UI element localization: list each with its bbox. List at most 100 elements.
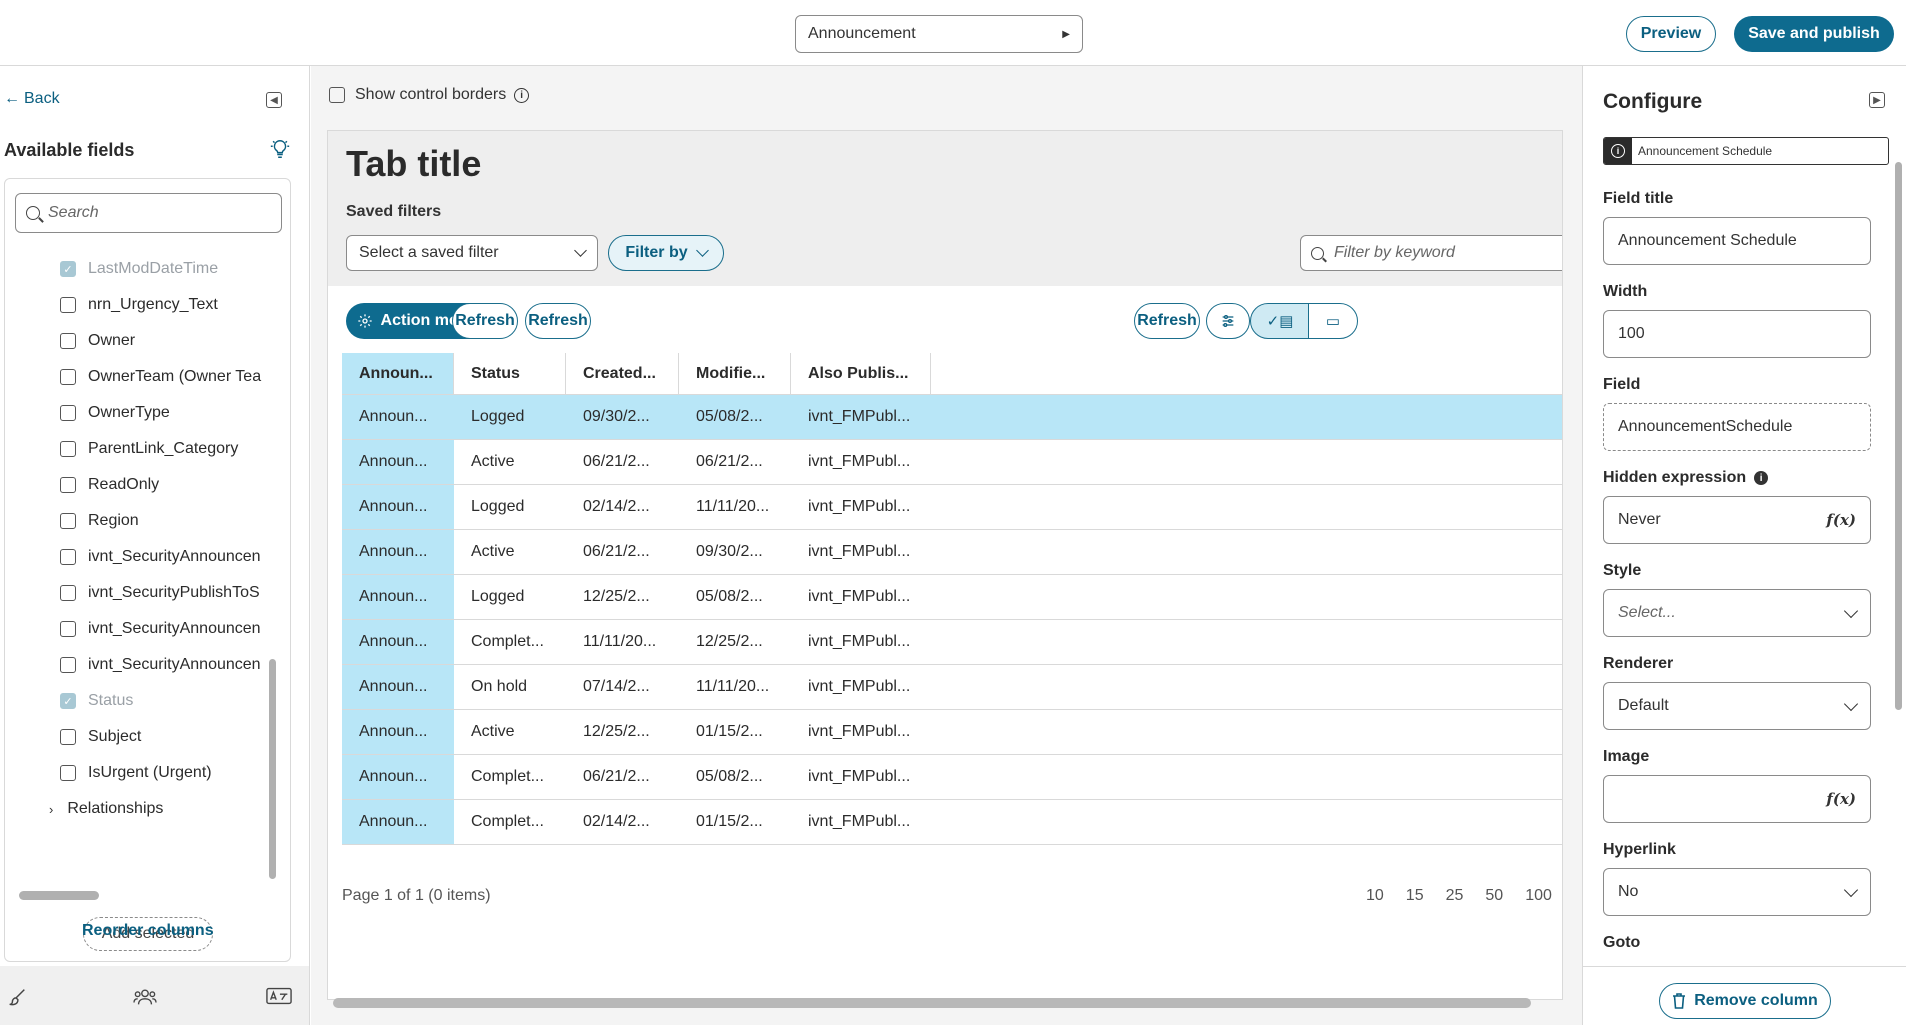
lightbulb-icon[interactable] [268,138,292,162]
field-list-item[interactable]: OwnerType [5,395,275,431]
field-list-item[interactable]: Subject [5,719,275,755]
info-icon[interactable]: i [1754,471,1769,485]
field-checkbox[interactable] [60,585,76,601]
field-list-item[interactable]: ✓ LastModDateTime [5,251,275,287]
refresh-button-1[interactable]: Refresh [452,303,518,339]
page-size-option[interactable]: 25 [1446,887,1464,905]
field-checkbox[interactable] [60,297,76,313]
field-label: OwnerTeam (Owner Tea [88,368,262,385]
horizontal-scrollbar[interactable] [19,891,99,900]
field-checkbox[interactable] [60,333,76,349]
users-icon[interactable] [133,986,157,1014]
table-row[interactable]: Announ... Logged 12/25/2... 05/08/2... ivnt_… [342,575,1562,620]
table-row[interactable]: Announ... Active 06/21/2... 06/21/2... ivnt_… [342,440,1562,485]
page-size-option[interactable]: 100 [1525,887,1552,905]
field-list-item[interactable]: Owner [5,323,275,359]
brush-icon[interactable] [6,986,28,1014]
collapse-panel-icon[interactable]: ◀ [266,92,282,108]
field-list-item[interactable]: ParentLink_Category [5,431,275,467]
field-list-item[interactable]: ivnt_SecurityAnnouncen [5,647,275,683]
info-icon[interactable]: i [514,87,530,103]
table-row[interactable]: Announ... Logged 09/30/2... 05/08/2... ivnt_… [342,395,1562,440]
function-icon[interactable]: f(x) [1826,511,1856,529]
canvas-horizontal-scrollbar[interactable] [333,998,1531,1008]
preview-button[interactable]: Preview [1626,16,1716,52]
renderer-select[interactable]: Default [1603,682,1871,730]
table-row[interactable]: Announ... Active 06/21/2... 09/30/2... ivnt_… [342,530,1562,575]
reorder-columns-link[interactable]: Reorder columns [82,922,214,940]
table-row[interactable]: Announ... Complet... 02/14/2... 01/15/2... i… [342,800,1562,845]
field-checkbox[interactable] [60,657,76,673]
width-input[interactable]: 100 [1603,310,1871,358]
field-title-input[interactable]: Announcement Schedule [1603,217,1871,265]
collapse-panel-icon[interactable]: ▶ [1869,92,1885,108]
save-and-publish-button[interactable]: Save and publish [1734,16,1894,52]
form-selector[interactable]: Announcement ▶ [795,15,1083,53]
show-borders-checkbox[interactable] [329,87,345,103]
relationships-node[interactable]: › Relationships [5,791,275,827]
show-control-borders-toggle[interactable]: Show control borders i [329,86,530,104]
table-cell: 12/25/2... [696,633,763,650]
hidden-expression-value: Never [1618,511,1661,528]
records-table: Announ... Status Created... Modifie... Also … [342,353,1562,845]
field-checkbox[interactable] [60,441,76,457]
field-checkbox[interactable] [60,513,76,529]
table-row[interactable]: Announ... Active 12/25/2... 01/15/2... ivnt_… [342,710,1562,755]
image-input[interactable]: f(x) [1603,775,1871,823]
filter-by-button[interactable]: Filter by [608,235,724,271]
table-row[interactable]: Announ... Complet... 06/21/2... 05/08/2... i… [342,755,1562,800]
field-list-item[interactable]: OwnerTeam (Owner Tea [5,359,275,395]
field-checkbox[interactable] [60,765,76,781]
field-checkbox[interactable] [60,369,76,385]
field-list-item[interactable]: ✓ Status [5,683,275,719]
refresh-button-3[interactable]: Refresh [1134,303,1200,339]
keyword-filter-input[interactable]: Filter by keyword [1300,235,1562,271]
table-row[interactable]: Announ... Complet... 11/11/20... 12/25/2...… [342,620,1562,665]
field-checkbox[interactable] [60,621,76,637]
table-row[interactable]: Announ... On hold 07/14/2... 11/11/20... ivn… [342,665,1562,710]
translate-icon[interactable] [266,986,292,1012]
page-size-option[interactable]: 10 [1366,887,1384,905]
hyperlink-select[interactable]: No [1603,868,1871,916]
table-row[interactable]: Announ... Logged 02/14/2... 11/11/20... ivnt… [342,485,1562,530]
style-select[interactable]: Select... [1603,589,1871,637]
column-header[interactable]: Created... [566,353,679,394]
field-title-label: Field title [1603,190,1674,207]
field-label: LastModDateTime [88,260,219,277]
search-input[interactable]: Search [15,193,282,233]
vertical-scrollbar[interactable] [1895,162,1902,710]
table-body: Announ... Logged 09/30/2... 05/08/2... ivnt_… [342,395,1562,845]
page-size-option[interactable]: 15 [1406,887,1424,905]
field-checkbox[interactable] [60,477,76,493]
field-list-item[interactable]: ReadOnly [5,467,275,503]
column-header[interactable]: Announ... [342,353,454,394]
field-checkbox: ✓ [60,261,76,277]
field-list-item[interactable]: ivnt_SecurityPublishToS [5,575,275,611]
list-view-toggle[interactable]: ✓▤ [1250,303,1310,339]
hidden-expression-input[interactable]: Never f(x) [1603,496,1871,544]
card-view-toggle[interactable]: ▭ [1308,303,1358,339]
table-cell: Announ... [342,800,454,844]
field-checkbox[interactable] [60,729,76,745]
column-header[interactable]: Modifie... [679,353,791,394]
saved-filter-select[interactable]: Select a saved filter [346,235,598,271]
refresh-button-2[interactable]: Refresh [525,303,591,339]
search-icon [26,206,40,220]
column-settings-button[interactable] [1206,303,1250,339]
field-list-item[interactable]: IsUrgent (Urgent) [5,755,275,791]
field-list-item[interactable]: nrn_Urgency_Text [5,287,275,323]
tab-title[interactable]: Tab title [346,143,481,185]
field-list-item[interactable]: ivnt_SecurityAnnouncen [5,611,275,647]
function-icon[interactable]: f(x) [1826,790,1856,808]
column-header[interactable]: Status [454,353,566,394]
page-size-option[interactable]: 50 [1485,887,1503,905]
field-checkbox[interactable] [60,549,76,565]
vertical-scrollbar[interactable] [269,659,276,879]
back-link[interactable]: ← Back [4,90,60,108]
remove-column-button[interactable]: Remove column [1659,983,1831,1019]
selected-field-badge: i Announcement Schedule [1603,137,1889,165]
field-list-item[interactable]: ivnt_SecurityAnnouncen [5,539,275,575]
column-header[interactable]: Also Publis... [791,353,931,394]
field-list-item[interactable]: Region [5,503,275,539]
field-checkbox[interactable] [60,405,76,421]
